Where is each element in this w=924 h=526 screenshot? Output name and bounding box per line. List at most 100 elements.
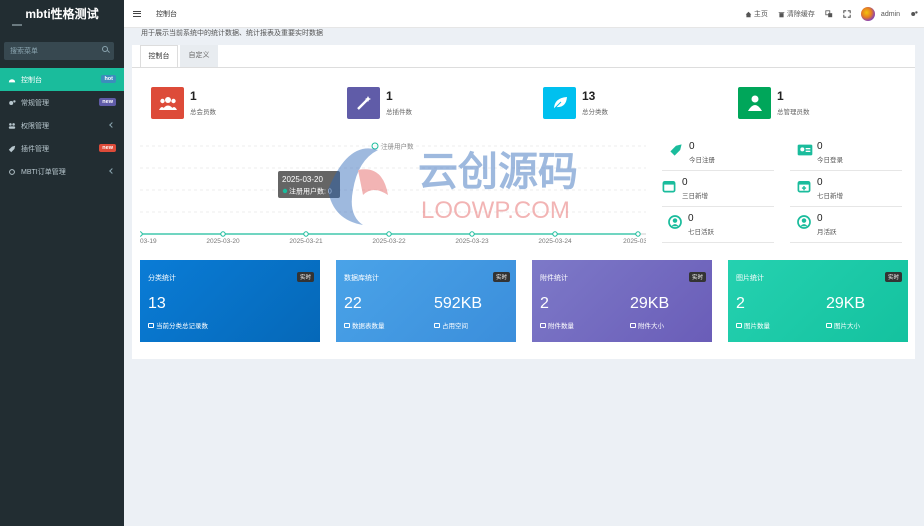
divider — [790, 242, 902, 243]
stat-number: 1 — [386, 89, 393, 103]
sidebar-item-general[interactable]: 常规管理 new — [0, 91, 124, 114]
stat-icon — [148, 322, 154, 328]
card-title: 数据库统计 — [344, 275, 379, 282]
chart-legend[interactable]: 注册用户数 — [371, 142, 414, 151]
data-point[interactable] — [140, 231, 143, 237]
stat-label: 总分类数 — [582, 109, 608, 116]
divider — [662, 170, 774, 171]
mini-stat-number: 0 — [817, 141, 823, 152]
sidebar-item-mbti-orders[interactable]: MBTI订单管理 — [0, 160, 124, 183]
sidebar-item-dashboard[interactable]: 控制台 hot — [0, 68, 124, 91]
stat-label: 总会员数 — [190, 109, 216, 116]
tab-dashboard[interactable]: 控制台 — [156, 9, 177, 19]
x-tick-label: 2025-03-24 — [538, 238, 572, 245]
stat-text: 1 总管理员数 — [777, 89, 810, 117]
mini-stat-number: 0 — [682, 177, 688, 188]
rocket-icon — [669, 143, 683, 157]
mini-stat-text: 0 月活跃 — [817, 213, 837, 236]
stat-label: 总插件数 — [386, 109, 412, 116]
chevron-left-icon — [109, 122, 115, 128]
tab-custom[interactable]: 自定义 — [180, 45, 218, 67]
stat-number: 13 — [582, 89, 596, 103]
summary-card-4: 图片统计 实时 2 图片数量 29KB 图片大小 — [728, 260, 908, 342]
data-point[interactable] — [469, 231, 475, 237]
user-menu[interactable]: admin — [860, 7, 900, 21]
mini-stat-text: 0 今日登录 — [817, 141, 843, 164]
gear-icon[interactable] — [910, 10, 918, 18]
card-value: 2 — [736, 295, 745, 312]
stat-text: 1 总会员数 — [190, 89, 216, 117]
home-link[interactable]: 主页 — [745, 9, 768, 19]
registration-line-chart: 03-19 2025-03-20 2025-03-21 2025-03-22 2025-… — [140, 142, 646, 245]
data-point[interactable] — [220, 231, 226, 237]
search-input[interactable] — [4, 42, 114, 60]
mini-stat-text: 0 七日活跃 — [688, 213, 714, 236]
filter-icon — [434, 322, 440, 328]
clear-cache-label: 清除缓存 — [786, 11, 815, 18]
card-value-secondary: 29KB — [630, 295, 670, 312]
mini-stat-label: 三日新增 — [682, 193, 708, 200]
card-label-text: 图片数量 — [744, 323, 770, 330]
card-label-secondary: 占用空间 — [434, 320, 468, 330]
clear-cache-button[interactable]: 清除缓存 — [778, 9, 815, 19]
stat-icon — [736, 322, 742, 328]
panel-tabs: 控制台 自定义 — [140, 45, 220, 67]
data-point[interactable] — [303, 231, 309, 237]
card-label-text: 数据表数量 — [352, 323, 385, 330]
dashboard-icon — [8, 78, 16, 82]
card-value: 13 — [148, 295, 166, 312]
stat-number: 1 — [190, 89, 197, 103]
chevron-left-icon — [109, 168, 115, 174]
realtime-badge: 实时 — [884, 272, 902, 282]
brand-underline — [12, 24, 22, 26]
card-value: 22 — [344, 295, 362, 312]
search-icon[interactable] — [102, 46, 108, 52]
divider — [790, 170, 902, 171]
home-label: 主页 — [753, 11, 768, 18]
sidebar-item-auth[interactable]: 权限管理 — [0, 114, 124, 137]
data-point[interactable] — [386, 231, 392, 237]
sidebar-item-addon[interactable]: 插件管理 new — [0, 137, 124, 160]
data-point[interactable] — [552, 231, 558, 237]
mini-stat-text: 0 七日新增 — [817, 177, 843, 200]
mini-stat-number: 0 — [688, 213, 694, 224]
stat-text: 1 总插件数 — [386, 89, 412, 117]
tooltip-value: 注册用户数: 0 — [289, 187, 332, 196]
mini-stat-4: 0 七日新增 — [797, 177, 843, 200]
hot-badge: hot — [101, 75, 116, 83]
topbar-actions: 主页 清除缓存 admin — [745, 0, 918, 28]
rocket-icon — [8, 145, 16, 152]
group-icon — [8, 122, 16, 129]
x-tick-label: 2025-03-21 — [289, 238, 323, 245]
sidebar: mbti性格测试 控制台 hot 常规管理 new 权限管理 插件管理 new … — [0, 0, 124, 526]
data-point[interactable] — [635, 231, 641, 237]
divider — [662, 206, 774, 207]
card-label-text: 图片大小 — [834, 323, 860, 330]
trash-icon — [778, 11, 785, 17]
mini-stat-5: 0 七日活跃 — [668, 213, 714, 236]
card-label: 当前分类总记录数 — [148, 320, 208, 330]
card-label-text: 附件大小 — [638, 323, 664, 330]
mini-stat-1: 0 今日注册 — [669, 141, 715, 164]
sidebar-item-label: 常规管理 — [21, 99, 49, 107]
username: admin — [880, 10, 900, 18]
fullscreen-icon[interactable] — [843, 10, 851, 18]
menu-toggle-icon[interactable] — [133, 9, 141, 18]
stat-icon — [344, 322, 350, 328]
tooltip-marker — [282, 188, 288, 194]
translate-icon[interactable] — [825, 10, 833, 18]
stat-number: 1 — [777, 89, 784, 103]
summary-card-1: 分类统计 实时 13 当前分类总记录数 — [140, 260, 320, 342]
leaf-icon — [543, 87, 576, 119]
realtime-badge: 实时 — [296, 272, 314, 282]
magic-icon — [347, 87, 380, 119]
stat-categories: 13 总分类数 — [543, 87, 608, 119]
x-tick-label: 2025-03-20 — [206, 238, 240, 245]
stat-admins: 1 总管理员数 — [738, 87, 810, 119]
tab-console[interactable]: 控制台 — [140, 45, 178, 67]
summary-card-3: 附件统计 实时 2 附件数量 29KB 附件大小 — [532, 260, 712, 342]
x-tick-label: 2025-03-22 — [372, 238, 406, 245]
chart-tooltip: 2025-03-20 注册用户数: 0 — [278, 171, 340, 198]
mini-stat-number: 0 — [817, 213, 823, 224]
card-label: 附件数量 — [540, 320, 574, 330]
